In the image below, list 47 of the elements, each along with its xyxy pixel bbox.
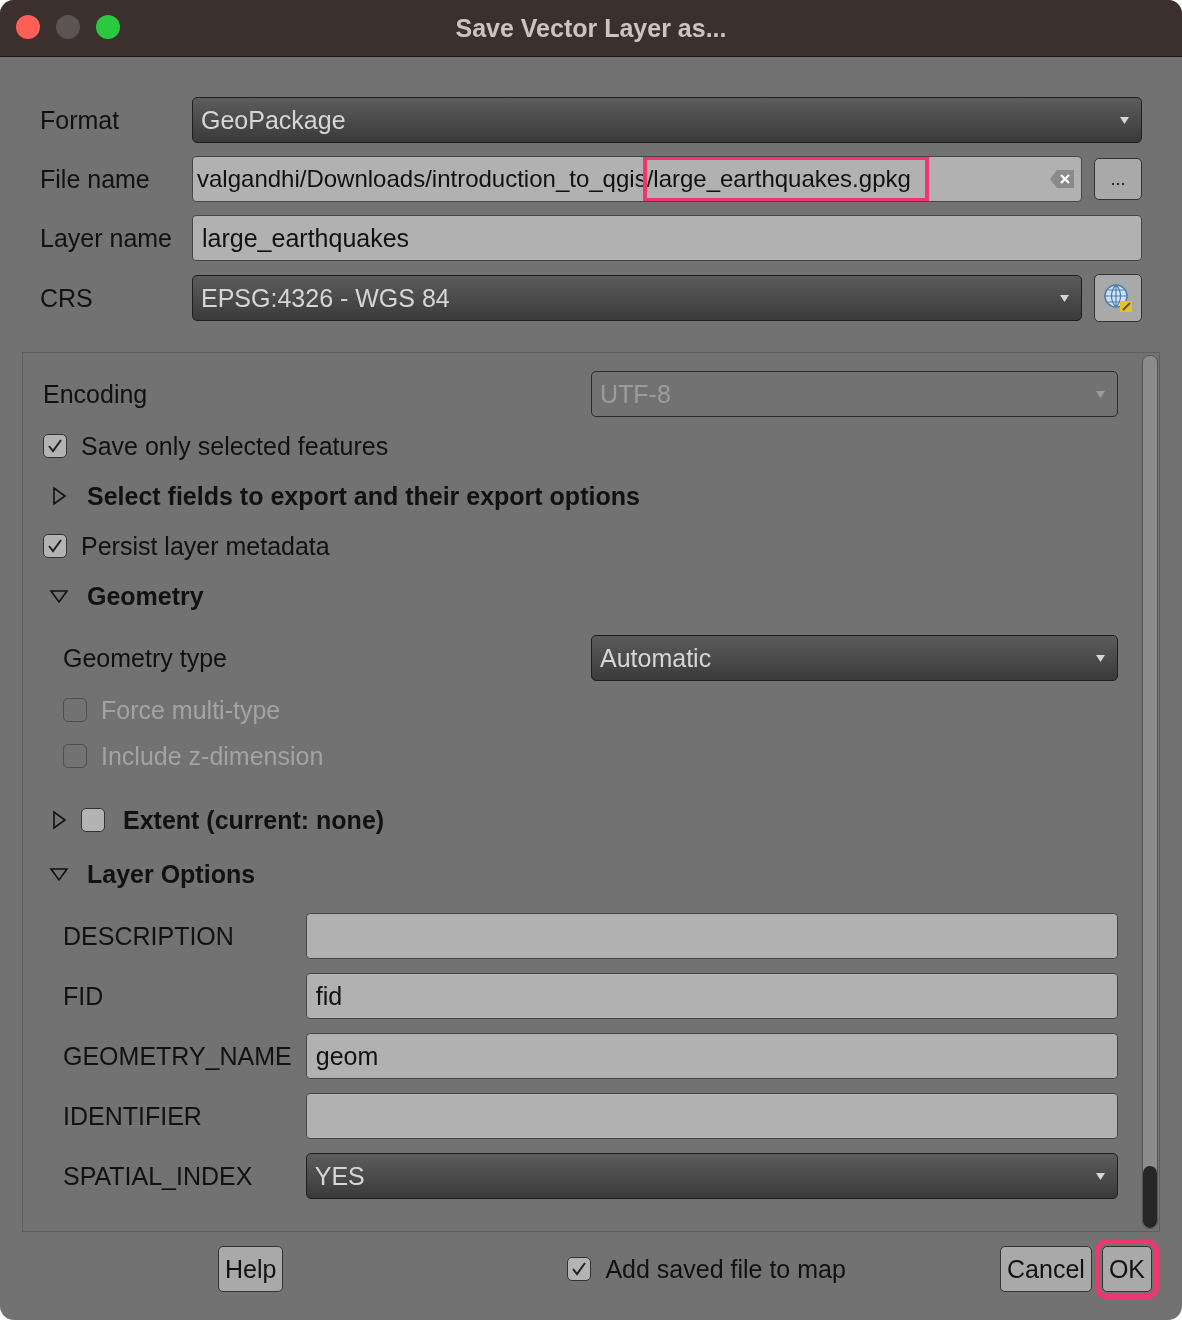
group-header[interactable]: Extent (current: none) <box>123 805 385 835</box>
checkbox-label: Persist layer metadata <box>81 531 330 561</box>
checkbox[interactable] <box>43 434 67 458</box>
checkbox[interactable] <box>81 808 105 832</box>
checkbox[interactable] <box>567 1257 592 1281</box>
layer-name-field[interactable]: large_earthquakes <box>192 215 1142 261</box>
field-label: Format <box>40 105 121 135</box>
format-dropdown[interactable]: GeoPackage <box>192 97 1142 143</box>
caret-icon <box>1096 391 1105 398</box>
checkbox-label: Save only selected features <box>81 431 389 461</box>
scrollbar-thumb[interactable] <box>1143 1166 1157 1228</box>
field-label: Layer name <box>40 223 174 253</box>
option-label: GEOMETRY_NAME <box>63 1041 292 1071</box>
window-title: Save Vector Layer as... <box>455 13 727 43</box>
field-label: CRS <box>40 283 94 313</box>
caret-icon <box>1120 117 1129 124</box>
group-header[interactable]: Select fields to export and their export options <box>87 481 640 511</box>
zoom-icon[interactable] <box>96 15 120 39</box>
option-label: Geometry type <box>63 643 228 673</box>
option-label: IDENTIFIER <box>63 1101 203 1131</box>
help-button[interactable]: Help <box>218 1246 284 1292</box>
option-field[interactable]: geom <box>305 1033 1118 1079</box>
crs-dropdown[interactable]: EPSG:4326 - WGS 84 <box>192 275 1082 321</box>
option-label: SPATIAL_INDEX <box>63 1161 254 1191</box>
caret-icon <box>1096 1173 1105 1180</box>
option-field[interactable] <box>305 913 1118 959</box>
caret-icon <box>1096 655 1105 662</box>
field-label: File name <box>40 164 151 194</box>
option-label: FID <box>63 981 105 1011</box>
clear-icon[interactable] <box>1049 169 1075 189</box>
close-icon[interactable] <box>16 15 40 39</box>
option-label: Encoding <box>43 379 149 409</box>
cancel-button[interactable]: Cancel <box>1000 1246 1092 1292</box>
option-field[interactable] <box>305 1093 1118 1139</box>
option-field[interactable]: fid <box>305 973 1118 1019</box>
group-header[interactable]: Layer Options <box>87 859 256 889</box>
checkbox-label: Add saved file to map <box>605 1254 846 1284</box>
checkbox[interactable] <box>43 534 67 558</box>
group-header[interactable]: Geometry <box>87 581 204 611</box>
globe-icon <box>1102 282 1134 314</box>
caret-icon <box>1060 295 1069 302</box>
option-label: DESCRIPTION <box>63 921 235 951</box>
crs-select-button[interactable] <box>1094 274 1142 322</box>
option-dropdown[interactable]: Automatic <box>591 635 1118 681</box>
scrollbar[interactable] <box>1142 355 1158 1229</box>
browse-button[interactable]: ... <box>1094 158 1142 200</box>
option-dropdown[interactable]: YES <box>305 1153 1118 1199</box>
